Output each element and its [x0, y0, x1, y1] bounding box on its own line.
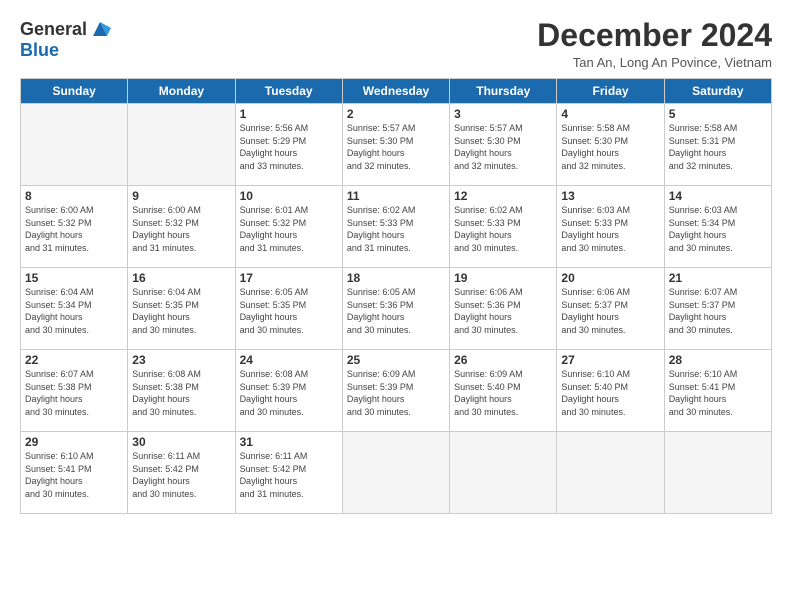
- col-header-thursday: Thursday: [450, 79, 557, 104]
- col-header-friday: Friday: [557, 79, 664, 104]
- table-row: 30 Sunrise: 6:11 AM Sunset: 5:42 PM Dayl…: [128, 432, 235, 514]
- table-row: 4 Sunrise: 5:58 AM Sunset: 5:30 PM Dayli…: [557, 104, 664, 186]
- table-row: 18 Sunrise: 6:05 AM Sunset: 5:36 PM Dayl…: [342, 268, 449, 350]
- calendar-week-3: 22 Sunrise: 6:07 AM Sunset: 5:38 PM Dayl…: [21, 350, 772, 432]
- col-header-wednesday: Wednesday: [342, 79, 449, 104]
- table-row: 24 Sunrise: 6:08 AM Sunset: 5:39 PM Dayl…: [235, 350, 342, 432]
- table-row: 21 Sunrise: 6:07 AM Sunset: 5:37 PM Dayl…: [664, 268, 771, 350]
- calendar-week-1: 8 Sunrise: 6:00 AM Sunset: 5:32 PM Dayli…: [21, 186, 772, 268]
- table-row: 28 Sunrise: 6:10 AM Sunset: 5:41 PM Dayl…: [664, 350, 771, 432]
- table-row: 31 Sunrise: 6:11 AM Sunset: 5:42 PM Dayl…: [235, 432, 342, 514]
- table-row: 25 Sunrise: 6:09 AM Sunset: 5:39 PM Dayl…: [342, 350, 449, 432]
- logo-general: General: [20, 19, 87, 40]
- table-row: [128, 104, 235, 186]
- table-row: 20 Sunrise: 6:06 AM Sunset: 5:37 PM Dayl…: [557, 268, 664, 350]
- table-row: [664, 432, 771, 514]
- table-row: 13 Sunrise: 6:03 AM Sunset: 5:33 PM Dayl…: [557, 186, 664, 268]
- table-row: 1 Sunrise: 5:56 AM Sunset: 5:29 PM Dayli…: [235, 104, 342, 186]
- month-title: December 2024: [537, 18, 772, 53]
- table-row: 3 Sunrise: 5:57 AM Sunset: 5:30 PM Dayli…: [450, 104, 557, 186]
- table-row: 16 Sunrise: 6:04 AM Sunset: 5:35 PM Dayl…: [128, 268, 235, 350]
- table-row: 19 Sunrise: 6:06 AM Sunset: 5:36 PM Dayl…: [450, 268, 557, 350]
- col-header-tuesday: Tuesday: [235, 79, 342, 104]
- table-row: 2 Sunrise: 5:57 AM Sunset: 5:30 PM Dayli…: [342, 104, 449, 186]
- table-row: 5 Sunrise: 5:58 AM Sunset: 5:31 PM Dayli…: [664, 104, 771, 186]
- table-row: 27 Sunrise: 6:10 AM Sunset: 5:40 PM Dayl…: [557, 350, 664, 432]
- col-header-monday: Monday: [128, 79, 235, 104]
- calendar: Sunday Monday Tuesday Wednesday Thursday…: [20, 78, 772, 514]
- logo-icon: [89, 18, 111, 40]
- table-row: 22 Sunrise: 6:07 AM Sunset: 5:38 PM Dayl…: [21, 350, 128, 432]
- calendar-week-0: 1 Sunrise: 5:56 AM Sunset: 5:29 PM Dayli…: [21, 104, 772, 186]
- logo-blue: Blue: [20, 40, 59, 60]
- table-row: [557, 432, 664, 514]
- calendar-week-2: 15 Sunrise: 6:04 AM Sunset: 5:34 PM Dayl…: [21, 268, 772, 350]
- header: General Blue December 2024 Tan An, Long …: [20, 18, 772, 70]
- calendar-header-row: Sunday Monday Tuesday Wednesday Thursday…: [21, 79, 772, 104]
- col-header-sunday: Sunday: [21, 79, 128, 104]
- table-row: 17 Sunrise: 6:05 AM Sunset: 5:35 PM Dayl…: [235, 268, 342, 350]
- col-header-saturday: Saturday: [664, 79, 771, 104]
- logo: General Blue: [20, 18, 111, 61]
- table-row: 29 Sunrise: 6:10 AM Sunset: 5:41 PM Dayl…: [21, 432, 128, 514]
- calendar-week-4: 29 Sunrise: 6:10 AM Sunset: 5:41 PM Dayl…: [21, 432, 772, 514]
- table-row: 23 Sunrise: 6:08 AM Sunset: 5:38 PM Dayl…: [128, 350, 235, 432]
- table-row: 8 Sunrise: 6:00 AM Sunset: 5:32 PM Dayli…: [21, 186, 128, 268]
- title-block: December 2024 Tan An, Long An Povince, V…: [537, 18, 772, 70]
- table-row: [342, 432, 449, 514]
- page: General Blue December 2024 Tan An, Long …: [0, 0, 792, 612]
- table-row: 9 Sunrise: 6:00 AM Sunset: 5:32 PM Dayli…: [128, 186, 235, 268]
- table-row: 26 Sunrise: 6:09 AM Sunset: 5:40 PM Dayl…: [450, 350, 557, 432]
- table-row: 15 Sunrise: 6:04 AM Sunset: 5:34 PM Dayl…: [21, 268, 128, 350]
- table-row: [450, 432, 557, 514]
- table-row: 11 Sunrise: 6:02 AM Sunset: 5:33 PM Dayl…: [342, 186, 449, 268]
- location: Tan An, Long An Povince, Vietnam: [537, 55, 772, 70]
- table-row: 12 Sunrise: 6:02 AM Sunset: 5:33 PM Dayl…: [450, 186, 557, 268]
- table-row: [21, 104, 128, 186]
- table-row: 14 Sunrise: 6:03 AM Sunset: 5:34 PM Dayl…: [664, 186, 771, 268]
- table-row: 10 Sunrise: 6:01 AM Sunset: 5:32 PM Dayl…: [235, 186, 342, 268]
